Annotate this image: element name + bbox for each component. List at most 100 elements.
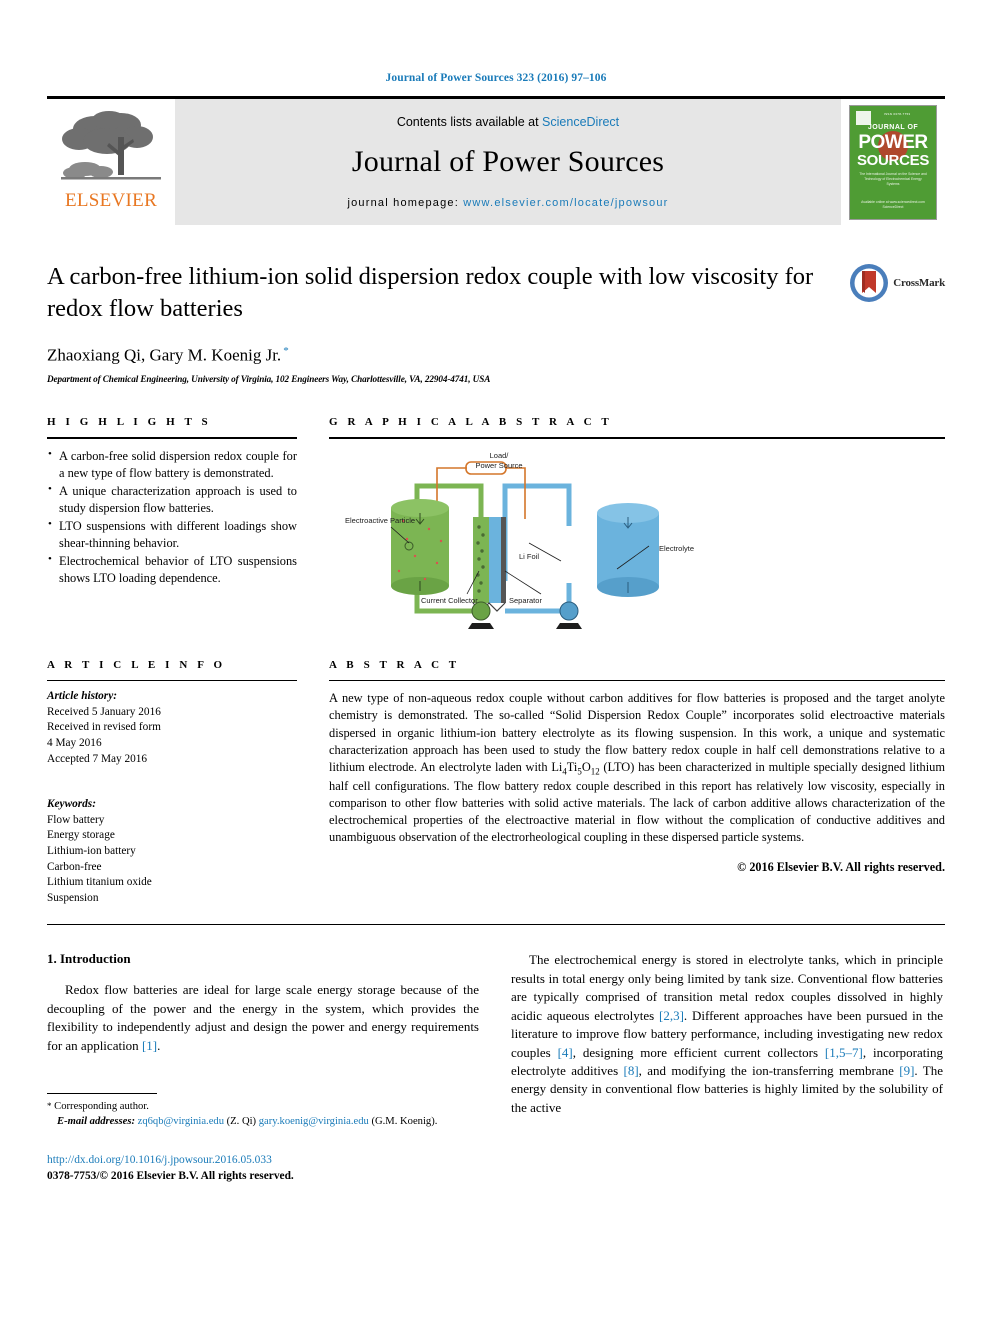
running-head: Journal of Power Sources 323 (2016) 97–1…	[385, 72, 607, 84]
keyword-item: Energy storage	[47, 829, 115, 842]
cover-line-journal-of: JOURNAL OF	[867, 123, 919, 131]
citation-ref[interactable]: [1,5–7]	[825, 1045, 863, 1060]
corresponding-author-marker: *	[283, 344, 289, 357]
list-item: A unique characterization approach is us…	[47, 482, 297, 516]
keywords-block: Keywords: Flow battery Energy storage Li…	[47, 797, 297, 906]
issn-copyright-line: 0378-7753/© 2016 Elsevier B.V. All right…	[47, 1170, 294, 1183]
formula-ti: Ti	[566, 759, 578, 774]
catholyte-loop-pipe	[502, 483, 572, 614]
cover-issn-text: ISSN 0378-7753	[884, 111, 911, 116]
article-info-column: A R T I C L E I N F O Article history: R…	[47, 659, 297, 906]
graphical-abstract-figure: Load/ Power Source Electroactive Particl…	[329, 451, 945, 631]
journal-title: Journal of Power Sources	[351, 145, 665, 178]
cover-publisher-mark	[856, 110, 871, 125]
article-history-label: Article history:	[47, 690, 117, 703]
crossmark-badge[interactable]: CrossMark	[849, 263, 945, 303]
citation-ref[interactable]: [4]	[558, 1045, 573, 1060]
formula-o: O	[581, 759, 591, 774]
article-info-heading: A R T I C L E I N F O	[47, 659, 226, 672]
intro-paragraph-right: The electrochemical energy is stored in …	[511, 951, 943, 1117]
highlights-graphical-abstract-row: H I G H L I G H T S A carbon-free solid …	[47, 416, 945, 631]
highlights-heading: H I G H L I G H T S	[47, 416, 212, 429]
anolyte-tank	[391, 499, 449, 596]
author-list: Zhaoxiang Qi, Gary M. Koenig Jr. *	[47, 345, 945, 366]
crossmark-label: CrossMark	[893, 277, 945, 289]
keyword-item: Lithium titanium oxide	[47, 876, 152, 889]
sciencedirect-link[interactable]: ScienceDirect	[542, 115, 619, 129]
formula-li: Li	[551, 759, 563, 774]
flow-battery-schematic: Load/ Power Source Electroactive Particl…	[345, 451, 694, 630]
footnote-area: * Corresponding author. E-mail addresses…	[47, 1093, 479, 1185]
author-names: Zhaoxiang Qi, Gary M. Koenig Jr.	[47, 345, 282, 365]
highlights-divider	[47, 437, 297, 440]
highlights-column: H I G H L I G H T S A carbon-free solid …	[47, 416, 297, 631]
article-info-abstract-row: A R T I C L E I N F O Article history: R…	[47, 659, 945, 906]
formula-sub-12: 12	[590, 766, 600, 777]
highlights-list: A carbon-free solid dispersion redox cou…	[47, 447, 297, 586]
article-info-divider	[47, 680, 297, 682]
email-label: E-mail addresses:	[57, 1116, 135, 1128]
list-item: LTO suspensions with different loadings …	[47, 517, 297, 551]
keyword-item: Carbon-free	[47, 860, 102, 873]
email-link-2[interactable]: gary.koenig@virginia.edu	[259, 1116, 369, 1127]
copyright-line: © 2016 Elsevier B.V. All rights reserved…	[737, 859, 945, 874]
citation-ref[interactable]: [8]	[623, 1063, 638, 1078]
article-page: Journal of Power Sources 323 (2016) 97–1…	[0, 0, 992, 1323]
footnote-divider	[47, 1093, 157, 1095]
abstract-bottom-divider	[47, 924, 945, 926]
section-heading-introduction: 1. Introduction	[47, 951, 131, 967]
homepage-url-link[interactable]: www.elsevier.com/locate/jpowsour	[463, 197, 668, 209]
intro-left-text: Redox flow batteries are ideal for large…	[47, 982, 479, 1053]
email-owner-1: (Z. Qi)	[226, 1116, 257, 1128]
footnote-star-icon: *	[47, 1101, 52, 1112]
label-current-collector: Current Collector	[421, 596, 478, 605]
cover-image: ISSN 0378-7753 JOURNAL OF POWER SOURCES …	[849, 104, 937, 220]
intro-left-tail: .	[157, 1037, 161, 1053]
doi-block: http://dx.doi.org/10.1016/j.jpowsour.201…	[47, 1152, 479, 1185]
title-block: A carbon-free lithium-ion solid dispersi…	[47, 261, 945, 384]
email-owner-2: (G.M. Koenig).	[371, 1116, 438, 1128]
keywords-label: Keywords:	[47, 798, 96, 811]
graphical-abstract-column: G R A P H I C A L A B S T R A C T Load/ …	[329, 416, 945, 631]
cathode-flow-channel	[489, 517, 503, 604]
citation-ref[interactable]: [9]	[899, 1063, 914, 1078]
abstract-text: A new type of non-aqueous redox couple w…	[329, 690, 945, 846]
journal-homepage-line: journal homepage: www.elsevier.com/locat…	[347, 197, 668, 209]
author-affiliation: Department of Chemical Engineering, Univ…	[47, 374, 491, 385]
history-line: Accepted 7 May 2016	[47, 752, 148, 765]
corresponding-author-note: * Corresponding author.	[47, 1099, 479, 1114]
cover-footer: Available online at www.sciencedirect.co…	[861, 199, 925, 210]
anolyte-pump	[468, 601, 494, 630]
journal-masthead: ELSEVIER Contents lists available at Sci…	[47, 96, 945, 225]
history-line: Received 5 January 2016	[47, 705, 161, 718]
citation-ref[interactable]: [1]	[142, 1038, 157, 1053]
email-link-1[interactable]: zq6qb@virginia.edu	[138, 1116, 224, 1127]
keyword-item: Lithium-ion battery	[47, 844, 136, 857]
doi-link[interactable]: http://dx.doi.org/10.1016/j.jpowsour.201…	[47, 1152, 479, 1169]
contents-available-line: Contents lists available at ScienceDirec…	[397, 115, 619, 129]
anode-flow-channel	[473, 517, 489, 604]
history-line: Received in revised form	[47, 721, 161, 734]
homepage-prefix: journal homepage:	[347, 197, 464, 209]
abstract-column: A B S T R A C T A new type of non-aqueou…	[329, 659, 945, 906]
contents-prefix: Contents lists available at	[396, 115, 543, 129]
body-column-right: The electrochemical energy is stored in …	[511, 951, 943, 1185]
electrochemical-cell	[472, 517, 506, 613]
intro-paragraph-left: Redox flow batteries are ideal for large…	[47, 981, 479, 1055]
label-electroactive-particle: Electroactive Particle	[345, 516, 415, 525]
abstract-divider	[329, 680, 945, 682]
right-text-5: , and modifying the ion-transferring mem…	[638, 1062, 900, 1078]
citation-ref[interactable]: [2,3]	[659, 1008, 684, 1023]
chemical-formula-lto: Li4Ti5O12	[551, 759, 600, 777]
lithium-foil-strip	[501, 517, 506, 604]
list-item: Electrochemical behavior of LTO suspensi…	[47, 552, 297, 586]
label-li-foil: Li Foil	[519, 552, 539, 561]
body-column-left: 1. Introduction Redox flow batteries are…	[47, 951, 479, 1185]
catholyte-pump	[556, 601, 582, 630]
corresponding-author-text: Corresponding author.	[54, 1101, 149, 1113]
label-load: Load/	[490, 451, 510, 460]
right-text-3: , designing more efficient current colle…	[572, 1044, 825, 1060]
label-separator: Separator	[509, 596, 542, 605]
label-power-source: Power Source	[475, 461, 522, 470]
elsevier-logo: ELSEVIER	[47, 99, 175, 225]
